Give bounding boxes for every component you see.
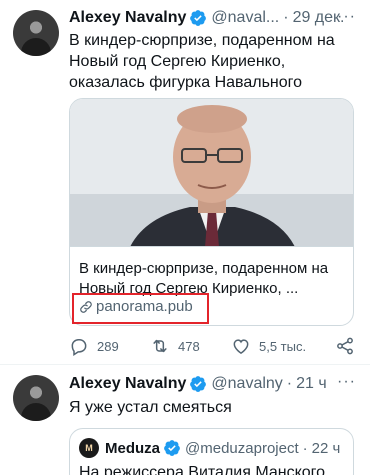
like-count: 5,5 тыс. [259, 338, 307, 354]
author-handle[interactable]: @navalny [211, 375, 282, 393]
separator-dot: · [302, 439, 308, 457]
reply-count: 289 [97, 338, 119, 354]
quoted-tweet[interactable]: M Meduza @meduzaproject · 22 ч На режисс… [69, 428, 354, 475]
tweet[interactable]: Alexey Navalny @naval... · 29 дек. ··· В… [0, 0, 370, 365]
tweet-header: Alexey Navalny @navalny · 21 ч [69, 373, 327, 395]
tweet-text: В киндер-сюрпризе, подаренном на Новый г… [69, 32, 335, 91]
reply-button[interactable]: 289 [69, 336, 119, 356]
verified-badge-icon [190, 10, 207, 26]
quote-avatar[interactable]: M [79, 438, 99, 458]
retweet-count: 478 [178, 338, 200, 354]
share-icon [337, 337, 353, 355]
timestamp[interactable]: 21 ч [296, 375, 327, 393]
verified-badge-icon [190, 376, 207, 392]
quote-author-handle[interactable]: @meduzaproject [185, 440, 299, 457]
separator-dot: · [286, 375, 293, 392]
quote-header: M Meduza @meduzaproject · 22 ч [79, 438, 340, 458]
author-name[interactable]: Alexey Navalny [69, 9, 186, 27]
retweet-button[interactable]: 478 [150, 336, 200, 356]
avatar[interactable] [13, 375, 59, 421]
quote-text: На режиссера Виталия Манского [79, 464, 326, 475]
retweet-icon [153, 339, 167, 353]
link-card[interactable]: В киндер-сюрпризе, подаренном на Новый г… [69, 98, 354, 326]
author-name[interactable]: Alexey Navalny [69, 375, 186, 393]
tweet-header: Alexey Navalny @naval... · 29 дек. [69, 7, 344, 29]
like-icon [233, 339, 249, 354]
more-icon[interactable]: ··· [337, 8, 356, 26]
tweet-actions: 289 478 5,5 тыс. [69, 334, 359, 358]
separator-dot: · [283, 9, 289, 26]
reply-icon [71, 339, 87, 356]
tweet[interactable]: Alexey Navalny @navalny · 21 ч ··· Я уже… [0, 365, 370, 475]
like-button[interactable]: 5,5 тыс. [231, 336, 306, 356]
author-handle[interactable]: @naval... [211, 9, 279, 27]
verified-badge-icon [164, 440, 180, 456]
share-button[interactable] [335, 336, 363, 356]
quote-author-name[interactable]: Meduza [105, 440, 160, 457]
more-icon[interactable]: ··· [337, 373, 356, 391]
quote-timestamp[interactable]: 22 ч [312, 440, 341, 457]
tweet-text: Я уже устал смеяться [69, 399, 232, 416]
highlight-box [72, 293, 209, 324]
avatar[interactable] [13, 10, 59, 56]
card-image [70, 99, 353, 247]
